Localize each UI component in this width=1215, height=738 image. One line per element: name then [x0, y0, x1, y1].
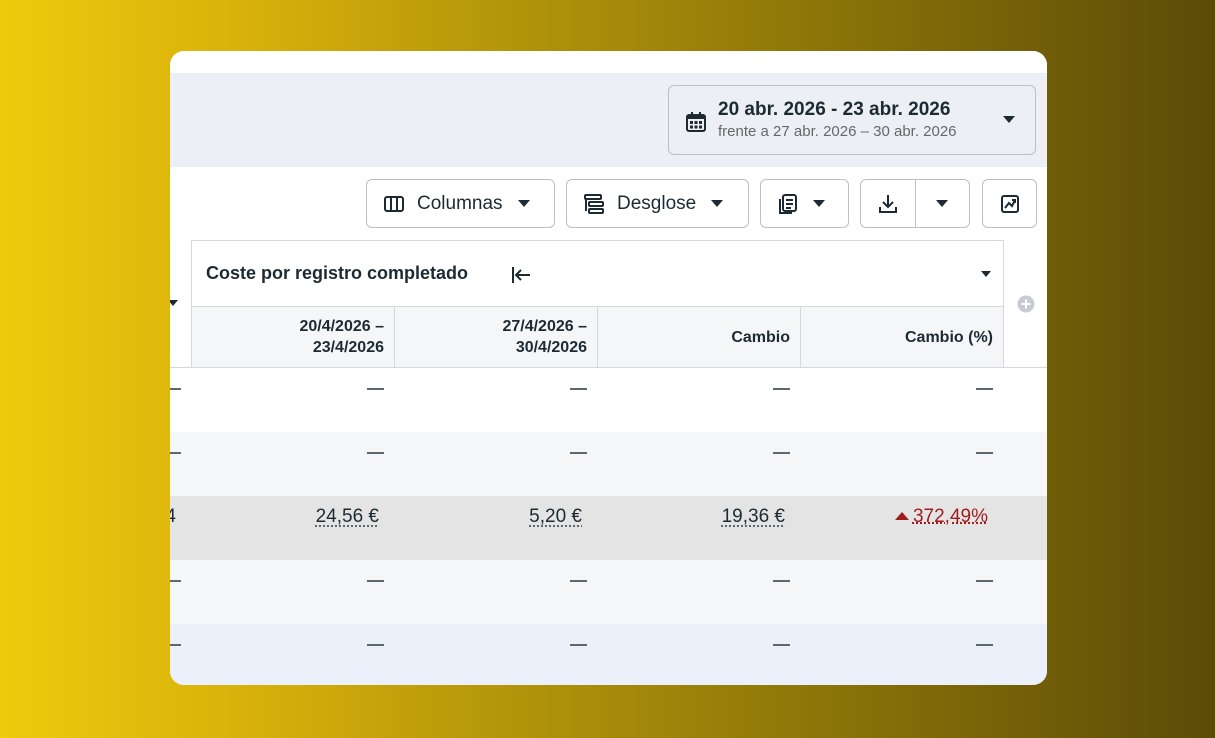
table-row[interactable]: [170, 368, 1047, 432]
table-cell: [170, 624, 181, 685]
chevron-down-icon: [813, 200, 825, 207]
current-period-value[interactable]: 24,56 €: [316, 506, 379, 528]
metric-group-title: Coste por registro completado: [206, 263, 469, 283]
columns-icon: [384, 195, 404, 212]
table-cell: [598, 624, 790, 685]
export-button-group: [860, 179, 970, 228]
column-header-label: 27/4/2026 – 30/4/2026: [502, 318, 587, 356]
table-cell: 19,36 €: [598, 496, 785, 560]
column-header-change[interactable]: Cambio: [598, 306, 801, 368]
column-header-previous-period[interactable]: 27/4/2026 – 30/4/2026: [395, 306, 598, 368]
table-cell: 5,20 €: [395, 496, 582, 560]
columns-button[interactable]: Columnas: [366, 179, 555, 228]
add-column-area: [1004, 240, 1047, 368]
partial-value: 4: [170, 506, 176, 527]
table-cell: [191, 368, 384, 432]
date-range-primary: 20 abr. 2026 - 23 abr. 2026: [718, 99, 951, 120]
top-strip: [170, 51, 1047, 73]
table-cell: [170, 560, 181, 624]
column-header-current-period[interactable]: 20/4/2026 – 23/4/2026: [191, 306, 395, 368]
chevron-down-icon: [1003, 116, 1015, 123]
add-column-icon[interactable]: [1017, 295, 1035, 313]
change-value[interactable]: 19,36 €: [722, 506, 785, 528]
breakdown-icon: [584, 193, 604, 214]
table-cell: [395, 432, 587, 496]
table-cell: [395, 560, 587, 624]
column-header-label: 20/4/2026 – 23/4/2026: [299, 318, 384, 356]
table-cell: [801, 432, 993, 496]
table-cell: [395, 368, 587, 432]
metric-group-header[interactable]: Coste por registro completado: [191, 240, 1004, 306]
chevron-down-icon: [517, 200, 530, 207]
table-row[interactable]: [170, 432, 1047, 496]
calendar-icon: [686, 112, 706, 132]
table-cell: [395, 624, 587, 685]
table-cell: [170, 432, 181, 496]
table-row-selected[interactable]: [170, 624, 1047, 685]
reports-button[interactable]: [760, 179, 849, 228]
export-options-button[interactable]: [916, 180, 970, 227]
table-row[interactable]: [170, 560, 1047, 624]
table-cell: 4: [170, 496, 176, 560]
increase-arrow-icon: [894, 512, 909, 520]
chart-icon: [1000, 194, 1019, 213]
change-percent-value[interactable]: 372,49%: [913, 506, 988, 528]
table-cell: [801, 624, 993, 685]
header-filler: [170, 306, 191, 368]
chart-button[interactable]: [982, 179, 1037, 228]
download-button[interactable]: [861, 180, 916, 227]
table-cell: [191, 560, 384, 624]
table-row-highlighted[interactable]: 4 24,56 € 5,20 € 19,36 € 372,49%: [170, 496, 1047, 560]
column-header-change-percent[interactable]: Cambio (%): [801, 306, 1004, 368]
date-range-picker[interactable]: 20 abr. 2026 - 23 abr. 2026 frente a 27 …: [668, 85, 1036, 155]
column-header-label: Cambio (%): [905, 328, 993, 346]
breakdown-button[interactable]: Desglose: [566, 179, 749, 228]
download-icon: [878, 194, 897, 213]
table-cell: [598, 432, 790, 496]
breakdown-button-label: Desglose: [617, 192, 697, 214]
table-cell: [170, 368, 181, 432]
table-cell: [191, 624, 384, 685]
previous-period-value[interactable]: 5,20 €: [529, 506, 582, 528]
table-cell: [801, 560, 993, 624]
collapse-left-icon[interactable]: [510, 265, 532, 285]
columns-button-label: Columnas: [417, 192, 503, 214]
comparison-table: Coste por registro completado 20/4/2026 …: [170, 240, 1047, 685]
column-header-label: Cambio: [731, 328, 790, 346]
table-cell: 372,49%: [801, 496, 988, 560]
date-range-comparison: frente a 27 abr. 2026 – 30 abr. 2026: [718, 123, 957, 140]
table-cell: [598, 560, 790, 624]
chevron-down-icon: [711, 200, 724, 207]
chevron-down-icon[interactable]: [981, 271, 991, 277]
reports-icon: [779, 193, 797, 214]
table-cell: [598, 368, 790, 432]
chevron-down-icon: [936, 200, 949, 207]
report-panel: 20 abr. 2026 - 23 abr. 2026 frente a 27 …: [170, 51, 1047, 685]
table-cell: [801, 368, 993, 432]
table-cell: 24,56 €: [191, 496, 379, 560]
table-cell: [191, 432, 384, 496]
